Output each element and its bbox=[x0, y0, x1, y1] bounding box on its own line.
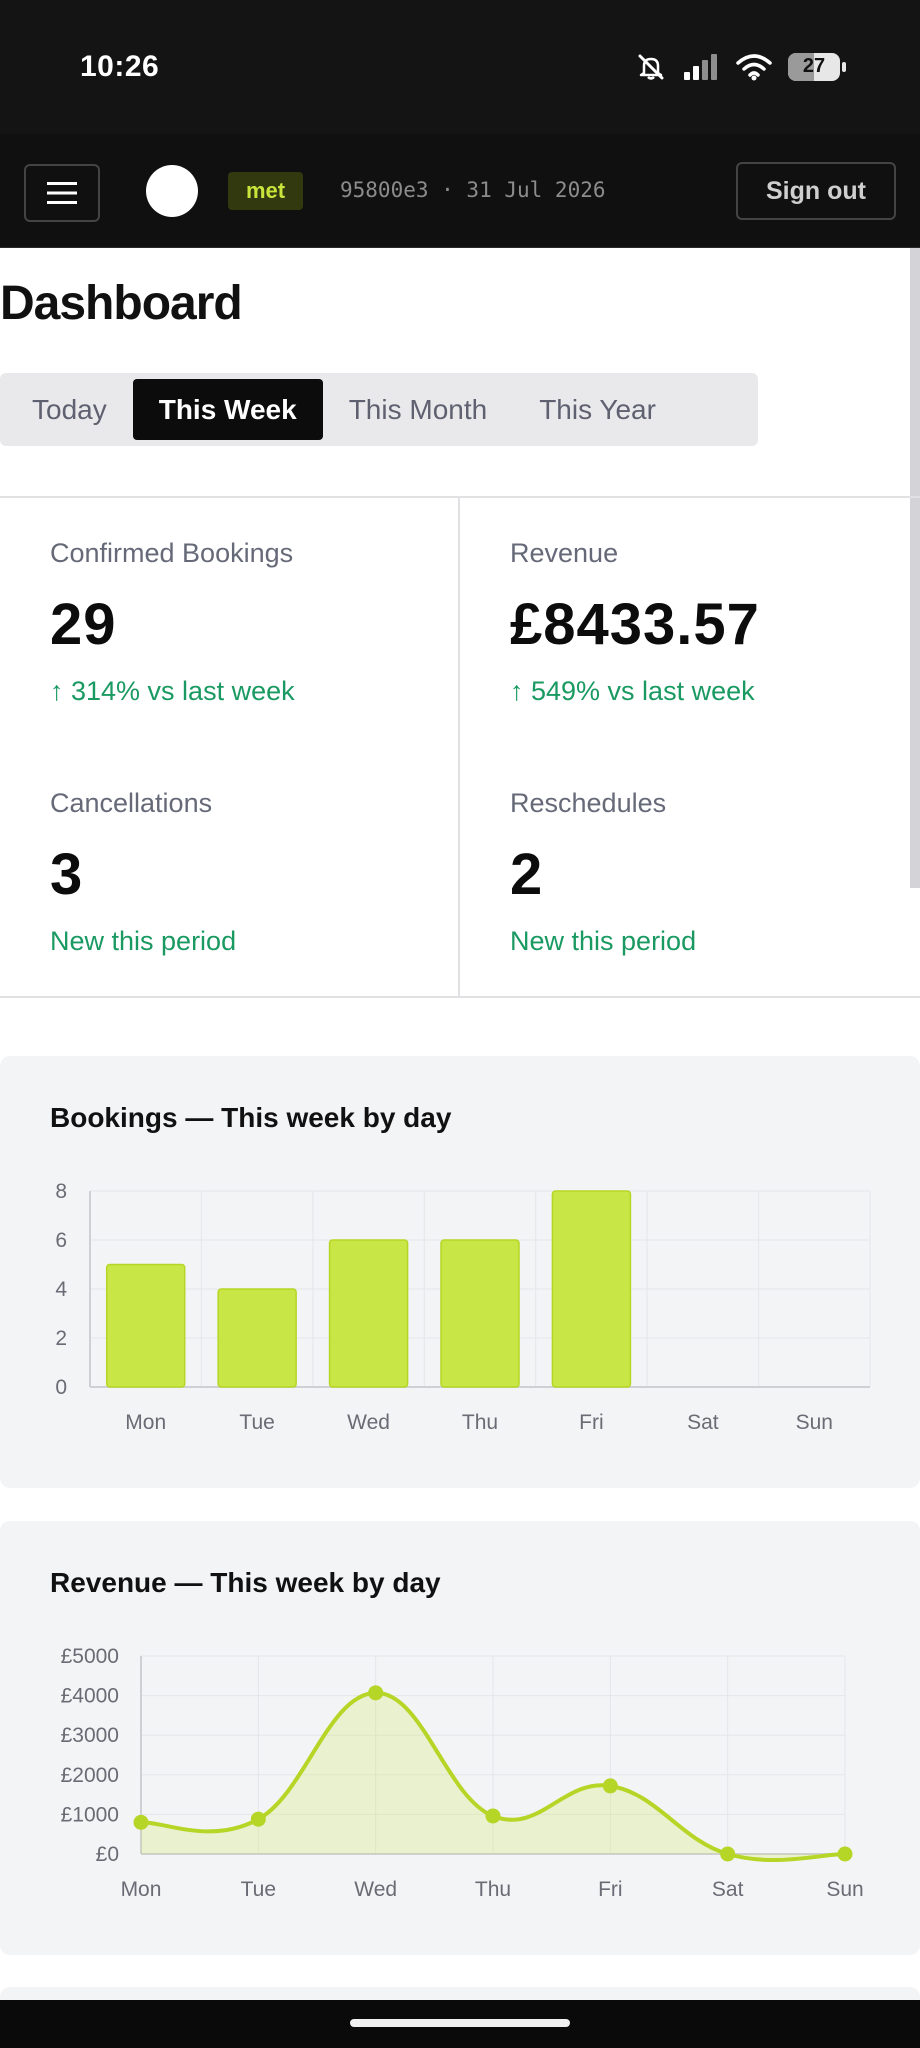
stat-label: Reschedules bbox=[510, 788, 667, 818]
bar bbox=[217, 1288, 297, 1388]
revenue-chart-card: Revenue — This week by day £0 £1000 £2000 £… bbox=[0, 1521, 920, 1955]
stat-revenue: Revenue £8433.57 ↑ 549% vs last week bbox=[510, 538, 920, 707]
data-point bbox=[250, 1811, 266, 1827]
x-tick-label: Fri bbox=[598, 1878, 623, 1901]
x-tick-label: Sun bbox=[796, 1411, 833, 1434]
env-badge: met bbox=[228, 172, 304, 210]
bell-off-icon bbox=[638, 54, 664, 80]
data-point bbox=[133, 1814, 149, 1830]
stat-delta: ↑ 549% vs last week bbox=[510, 676, 755, 706]
stats-grid: Confirmed Bookings 29 ↑ 314% vs last wee… bbox=[0, 496, 920, 998]
bar bbox=[440, 1239, 520, 1388]
stat-value: 29 bbox=[50, 592, 117, 657]
data-point bbox=[485, 1808, 501, 1824]
y-tick-label: 4 bbox=[55, 1278, 67, 1301]
data-point bbox=[720, 1846, 736, 1862]
stat-delta: New this period bbox=[510, 926, 697, 956]
home-indicator[interactable] bbox=[350, 2019, 570, 2027]
avatar[interactable] bbox=[146, 165, 198, 217]
y-tick-label: £1000 bbox=[61, 1803, 119, 1826]
tab-this-week[interactable]: This Week bbox=[132, 379, 323, 440]
x-tick-label: Thu bbox=[475, 1878, 511, 1901]
stat-confirmed-bookings: Confirmed Bookings 29 ↑ 314% vs last wee… bbox=[50, 538, 470, 707]
y-tick-label: £0 bbox=[96, 1843, 119, 1866]
stat-cancellations: Cancellations 3 New this period bbox=[50, 788, 470, 957]
y-tick-label: 0 bbox=[55, 1376, 67, 1399]
tab-this-month[interactable]: This Month bbox=[323, 379, 514, 440]
status-icons: 27 bbox=[636, 52, 846, 82]
home-indicator-bar bbox=[0, 2000, 920, 2048]
stat-delta: ↑ 314% vs last week bbox=[50, 676, 295, 706]
signal-icon bbox=[684, 54, 717, 80]
x-tick-label: Mon bbox=[125, 1411, 166, 1434]
tab-this-year[interactable]: This Year bbox=[513, 379, 682, 440]
x-tick-label: Tue bbox=[241, 1878, 276, 1901]
period-tabs: Today This Week This Month This Year bbox=[0, 373, 758, 446]
battery-level: 27 bbox=[802, 55, 826, 77]
x-tick-label: Fri bbox=[579, 1411, 604, 1434]
app-header: met 95800e3 · 31 Jul 2026 Sign out bbox=[0, 134, 920, 248]
stat-label: Confirmed Bookings bbox=[50, 538, 294, 568]
stat-reschedules: Reschedules 2 New this period bbox=[510, 788, 920, 957]
stat-delta: New this period bbox=[50, 926, 237, 956]
bookings-chart-card: Bookings — This week by day 0 2 4 6 8 Mon Tue W… bbox=[0, 1056, 920, 1488]
y-tick-label: £2000 bbox=[61, 1764, 119, 1787]
tab-today[interactable]: Today bbox=[6, 379, 133, 440]
y-tick-label: £5000 bbox=[61, 1645, 119, 1668]
data-point bbox=[837, 1846, 853, 1862]
bar bbox=[551, 1190, 632, 1388]
sign-out-button[interactable]: Sign out bbox=[736, 162, 896, 220]
x-tick-label: Mon bbox=[121, 1878, 162, 1901]
build-info: 95800e3 · 31 Jul 2026 bbox=[340, 178, 606, 202]
x-tick-label: Wed bbox=[347, 1411, 390, 1434]
stat-value: £8433.57 bbox=[510, 592, 760, 657]
y-tick-label: £4000 bbox=[61, 1685, 119, 1708]
y-tick-label: 2 bbox=[55, 1327, 67, 1350]
battery-icon: 27 bbox=[788, 53, 846, 81]
wifi-icon bbox=[736, 54, 772, 81]
x-tick-label: Tue bbox=[239, 1411, 274, 1434]
stat-value: 3 bbox=[50, 842, 84, 907]
x-tick-label: Thu bbox=[462, 1411, 498, 1434]
y-tick-label: 8 bbox=[55, 1180, 67, 1203]
revenue-area-chart: £0 £1000 £2000 £3000 £4000 £5000 Mon Tue Wed Thu F… bbox=[61, 1645, 864, 1901]
bar bbox=[105, 1263, 186, 1388]
page-title: Dashboard bbox=[0, 277, 243, 330]
menu-icon bbox=[47, 182, 77, 204]
x-tick-label: Sat bbox=[712, 1878, 744, 1901]
bar bbox=[328, 1239, 409, 1388]
y-tick-label: 6 bbox=[55, 1229, 67, 1252]
data-point bbox=[602, 1778, 618, 1794]
x-tick-label: Sun bbox=[826, 1878, 863, 1901]
status-bar: 10:26 27 bbox=[0, 0, 920, 134]
stat-label: Cancellations bbox=[50, 788, 213, 818]
data-point bbox=[368, 1685, 384, 1701]
status-time: 10:26 bbox=[80, 50, 160, 83]
x-tick-label: Wed bbox=[354, 1878, 397, 1901]
menu-button[interactable] bbox=[24, 164, 100, 222]
x-tick-label: Sat bbox=[687, 1411, 719, 1434]
bookings-bar-chart: 0 2 4 6 8 Mon Tue Wed Thu Fri Sat Sun bbox=[55, 1180, 871, 1434]
stat-value: 2 bbox=[510, 842, 544, 907]
y-tick-label: £3000 bbox=[61, 1724, 119, 1747]
stat-label: Revenue bbox=[510, 538, 619, 568]
